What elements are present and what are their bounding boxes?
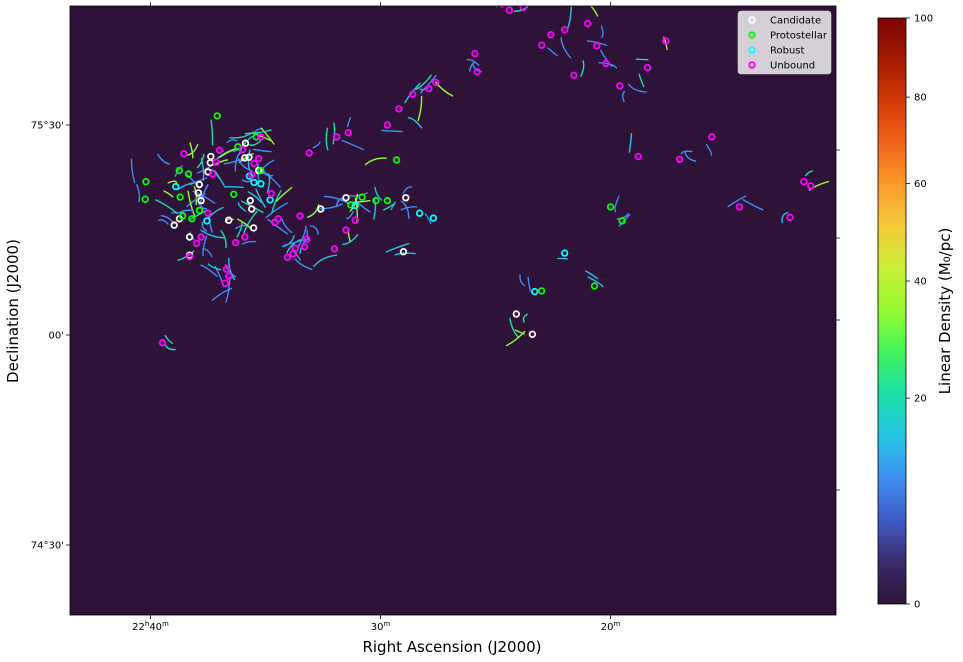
colorbar-gradient — [878, 18, 906, 604]
colorbar: 0 20 40 60 80 100 Linear Density (M₀/pc) — [877, 14, 954, 611]
right-axis-ticks — [836, 149, 840, 491]
y-tick-label: 75°30' — [31, 121, 64, 132]
x-axis-label: Right Ascension (J2000) — [362, 638, 541, 656]
colorbar-tick-label: 20 — [914, 394, 927, 405]
colorbar-label: Linear Density (M₀/pc) — [936, 228, 954, 395]
colorbar-tick-label: 0 — [914, 600, 920, 611]
filament-segment — [635, 58, 649, 61]
colorbar-tick-label: 60 — [914, 179, 927, 190]
legend: Candidate Protostellar Robust Unbound — [737, 10, 832, 75]
legend-label-robust: Robust — [770, 46, 805, 57]
colorbar-tick-label: 80 — [914, 93, 927, 104]
y-axis-ticks: 75°30' 00' 74°30' — [31, 121, 70, 552]
x-tick-label: 20m​ — [601, 620, 621, 633]
legend-label-protostellar: Protostellar — [770, 31, 828, 42]
legend-label-candidate: Candidate — [770, 16, 821, 27]
colorbar-tick-label: 100 — [914, 14, 933, 25]
colorbar-tick-label: 40 — [914, 276, 927, 287]
chart: 22h​40m​ 30m​ 20m​ 75°30' 00' 74°30' Right A… — [4, 1, 954, 656]
y-axis-label: Declination (J2000) — [4, 239, 22, 383]
filament-segment — [504, 1, 513, 3]
y-tick-label: 00' — [49, 331, 64, 342]
x-tick-label: 22h​40m​ — [132, 620, 169, 633]
plot-area — [70, 6, 836, 615]
legend-label-unbound: Unbound — [770, 61, 815, 72]
x-tick-label: 30m​ — [371, 620, 391, 633]
filament-segment — [556, 257, 568, 260]
y-tick-label: 74°30' — [31, 541, 64, 552]
